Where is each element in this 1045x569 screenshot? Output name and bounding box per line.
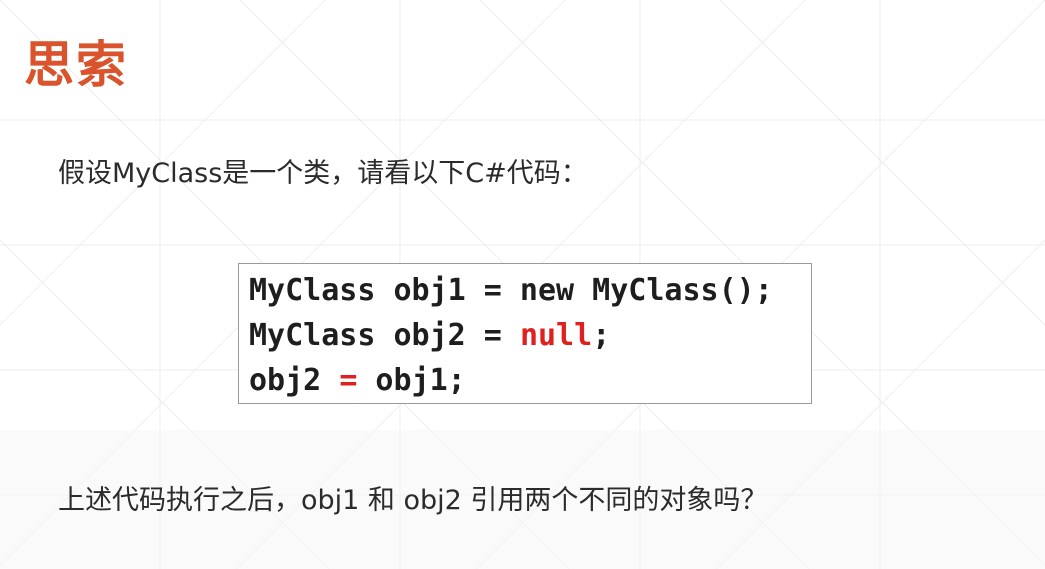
- code-line-2: MyClass obj2 = null;: [249, 313, 811, 358]
- code-line-2-suffix: ;: [592, 318, 611, 353]
- null-keyword: null: [519, 318, 593, 353]
- question-text: 上述代码执行之后，obj1 和 obj2 引用两个不同的对象吗？: [58, 485, 768, 516]
- code-block: MyClass obj1 = new MyClass(); MyClass ob…: [238, 263, 812, 404]
- code-line-1-text: MyClass obj1 = new MyClass();: [249, 273, 773, 308]
- code-line-3-suffix: obj1;: [357, 363, 466, 398]
- code-line-1: MyClass obj1 = new MyClass();: [249, 268, 811, 313]
- code-line-3-prefix: obj2: [249, 363, 340, 398]
- slide-title: 思索: [24, 36, 128, 94]
- code-line-3: obj2 = obj1;: [249, 358, 811, 403]
- code-line-2-prefix: MyClass obj2 =: [249, 318, 520, 353]
- intro-text: 假设MyClass是一个类，请看以下C#代码：: [58, 158, 588, 189]
- assignment-operator: =: [339, 363, 358, 398]
